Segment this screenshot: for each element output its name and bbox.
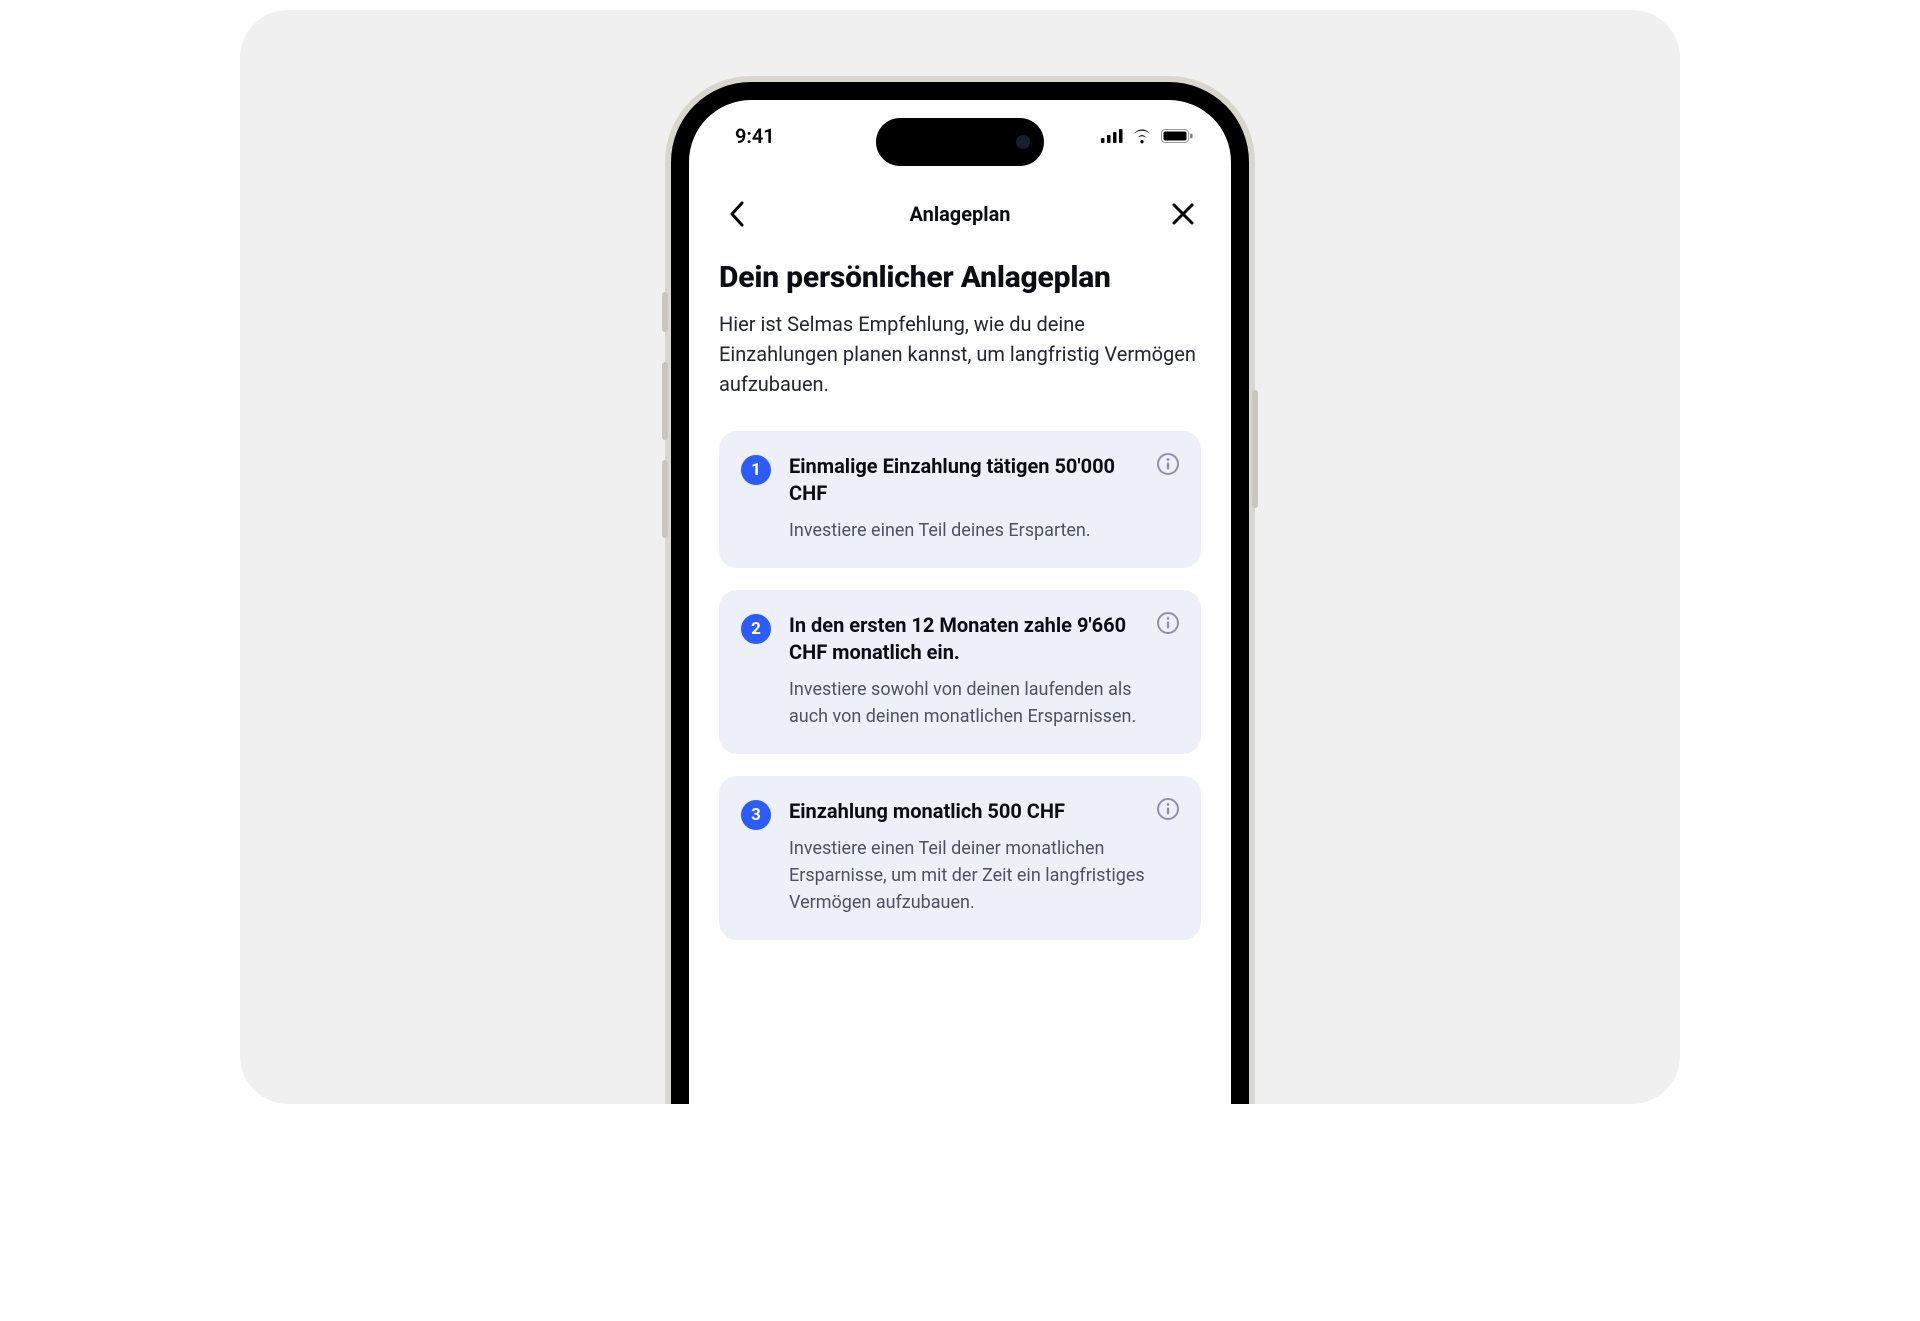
step-description: Investiere sowohl von deinen laufenden a…: [789, 676, 1145, 730]
close-button[interactable]: [1165, 196, 1201, 232]
step-card: 1 Einmalige Einzahlung tätigen 50'000 CH…: [719, 431, 1201, 568]
page-subtitle: Hier ist Selmas Empfehlung, wie du deine…: [719, 309, 1201, 399]
info-icon: [1156, 452, 1180, 476]
volume-down-button: [662, 460, 668, 538]
step-number-badge: 2: [741, 614, 771, 644]
step-list: 1 Einmalige Einzahlung tätigen 50'000 CH…: [719, 431, 1201, 940]
nav-title: Anlageplan: [909, 202, 1010, 226]
stage: 9:41: [240, 10, 1680, 1104]
status-indicators: [1101, 128, 1193, 144]
step-number-badge: 1: [741, 455, 771, 485]
nav-bar: Anlageplan: [689, 186, 1231, 242]
content: Dein persönlicher Anlageplan Hier ist Se…: [689, 260, 1231, 1104]
screen: 9:41: [689, 100, 1231, 1104]
volume-up-button: [662, 362, 668, 440]
step-title: Einzahlung monatlich 500 CHF: [789, 798, 1145, 825]
info-icon: [1156, 797, 1180, 821]
step-card: 2 In den ersten 12 Monaten zahle 9'660 C…: [719, 590, 1201, 754]
info-icon: [1156, 611, 1180, 635]
step-title: In den ersten 12 Monaten zahle 9'660 CHF…: [789, 612, 1145, 666]
status-time: 9:41: [735, 124, 775, 148]
status-bar: 9:41: [689, 100, 1231, 172]
step-title: Einmalige Einzahlung tätigen 50'000 CHF: [789, 453, 1145, 507]
info-button[interactable]: [1155, 610, 1181, 636]
info-button[interactable]: [1155, 451, 1181, 477]
phone-frame: 9:41: [665, 76, 1255, 1104]
phone-bezel: 9:41: [671, 82, 1249, 1104]
close-icon: [1172, 203, 1194, 225]
cellular-icon: [1101, 129, 1123, 143]
info-button[interactable]: [1155, 796, 1181, 822]
mute-switch: [662, 292, 668, 332]
step-card: 3 Einzahlung monatlich 500 CHF Investier…: [719, 776, 1201, 940]
power-button: [1252, 390, 1258, 508]
page-title: Dein persönlicher Anlageplan: [719, 260, 1201, 295]
step-description: Investiere einen Teil deines Ersparten.: [789, 517, 1145, 544]
back-button[interactable]: [719, 196, 755, 232]
chevron-left-icon: [729, 201, 745, 227]
battery-icon: [1161, 129, 1193, 143]
step-description: Investiere einen Teil deiner monatlichen…: [789, 835, 1145, 916]
step-number-badge: 3: [741, 800, 771, 830]
wifi-icon: [1131, 128, 1153, 144]
